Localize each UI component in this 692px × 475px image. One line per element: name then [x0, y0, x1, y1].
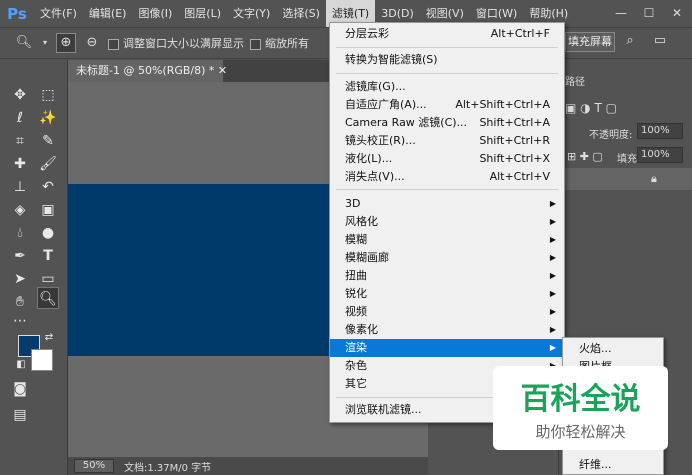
watermark-subtitle: 助你轻松解决 [535, 423, 626, 441]
blur-tool-icon[interactable]: 💧︎ [9, 222, 31, 244]
menu-type[interactable]: 文字(Y) [227, 0, 276, 27]
submenu-arrow-icon: ▶ [549, 235, 556, 244]
default-colors-icon[interactable]: ◧ [14, 358, 28, 372]
submenu-arrow-icon: ▶ [549, 253, 556, 262]
chevron-down-icon[interactable]: ▾ [40, 33, 50, 53]
history-brush-icon[interactable]: ↶ [37, 176, 59, 198]
menu-separator [336, 189, 558, 190]
search-icon[interactable]: ⌕ [620, 33, 640, 51]
menu-item-camera-raw[interactable]: Camera Raw 滤镜(C)... Shift+Ctrl+A [330, 114, 564, 132]
zoom-in-icon[interactable]: ⊕ [56, 33, 76, 53]
layer-row[interactable] [559, 168, 692, 190]
marquee-tool-icon[interactable]: ⬚ [37, 84, 59, 106]
submenu-item-fibers[interactable]: 纤维... [563, 456, 663, 474]
document-tab[interactable]: 未标题-1 @ 50%(RGB/8) * ✕ [68, 60, 227, 82]
resize-windows-label: 调整窗口大小以满屏显示 [123, 37, 244, 50]
menu-item-pixelate[interactable]: 像素化 ▶ [330, 321, 564, 339]
pen-tool-icon[interactable]: ✒ [9, 245, 31, 267]
menu-item-liquify[interactable]: 液化(L)... Shift+Ctrl+X [330, 150, 564, 168]
screen-mode-icon[interactable]: ▤ [9, 404, 31, 426]
submenu-arrow-icon: ▶ [549, 199, 556, 208]
close-icon[interactable]: ✕ [668, 4, 686, 22]
brush-tool-icon[interactable]: 🖌︎ [37, 153, 59, 175]
menu-item-convert-smart-filters[interactable]: 转换为智能滤镜(S) [330, 51, 564, 69]
menu-item-blur[interactable]: 模糊 ▶ [330, 231, 564, 249]
move-tool-icon[interactable]: ✥ [9, 84, 31, 106]
dodge-tool-icon[interactable]: ● [37, 222, 59, 244]
submenu-arrow-icon: ▶ [549, 325, 556, 334]
menu-item-adaptive-wide-angle[interactable]: 自适应广角(A)... Alt+Shift+Ctrl+A [330, 96, 564, 114]
zoom-tool-icon[interactable]: 🔍︎ [37, 287, 59, 309]
watermark: 百科全说 助你轻松解决 [493, 366, 668, 450]
path-selection-icon[interactable]: ➤ [9, 268, 31, 290]
document-info[interactable]: 文档:1.37M/0 字节 [124, 459, 211, 474]
document-tab-title: 未标题-1 @ 50%(RGB/8) * [76, 64, 215, 77]
zoom-all-option[interactable]: 缩放所有 [250, 35, 309, 51]
menu-layer[interactable]: 图层(L) [178, 0, 227, 27]
fill-field[interactable]: 100% [637, 147, 683, 163]
close-tab-icon[interactable]: ✕ [218, 64, 227, 77]
menu-separator [336, 73, 558, 74]
fill-screen-button[interactable]: 填充屏幕 [565, 32, 615, 52]
clone-stamp-icon[interactable]: ⊥ [9, 176, 31, 198]
menu-item-sharpen[interactable]: 锐化 ▶ [330, 285, 564, 303]
submenu-arrow-icon: ▶ [549, 289, 556, 298]
opacity-field[interactable]: 100% [637, 123, 683, 139]
menu-edit[interactable]: 编辑(E) [83, 0, 133, 27]
lock-icon: 🔒︎ [651, 172, 657, 185]
menu-select[interactable]: 选择(S) [276, 0, 326, 27]
crop-tool-icon[interactable]: ⌗ [9, 130, 31, 152]
gradient-tool-icon[interactable]: ▣ [37, 199, 59, 221]
submenu-arrow-icon: ▶ [549, 307, 556, 316]
submenu-arrow-icon: ▶ [549, 271, 556, 280]
submenu-item-flame[interactable]: 火焰... [563, 340, 663, 358]
menu-item-video[interactable]: 视频 ▶ [330, 303, 564, 321]
lock-options-icon[interactable]: ⊞ ✚ ▢ [567, 150, 603, 163]
resize-windows-checkbox[interactable] [108, 38, 119, 50]
filter-menu: 分层云彩 Alt+Ctrl+F 转换为智能滤镜(S) 滤镜库(G)... 自适应广… [329, 22, 565, 423]
resize-windows-option[interactable]: 调整窗口大小以满屏显示 [108, 35, 244, 51]
paths-tab[interactable]: 路径 [565, 73, 585, 88]
menu-image[interactable]: 图像(I) [132, 0, 178, 27]
layer-filter-icon[interactable]: ▣ ◑ T ▢ [565, 101, 617, 115]
photoshop-logo: Ps [7, 4, 27, 23]
quick-mask-icon[interactable]: ◙ [9, 378, 31, 400]
submenu-arrow-icon: ▶ [549, 343, 556, 352]
menu-separator [336, 47, 558, 48]
zoom-out-icon[interactable]: ⊖ [82, 33, 102, 53]
menu-item-stylize[interactable]: 风格化 ▶ [330, 213, 564, 231]
background-color-swatch[interactable] [31, 349, 53, 371]
menu-item-distort[interactable]: 扭曲 ▶ [330, 267, 564, 285]
zoom-tool-preset-icon[interactable]: 🔍︎ [14, 33, 34, 53]
menu-item-blur-gallery[interactable]: 模糊画廊 ▶ [330, 249, 564, 267]
status-bar: 50% 文档:1.37M/0 字节 [68, 457, 428, 475]
type-tool-icon[interactable]: T [37, 245, 59, 267]
minimize-icon[interactable]: — [612, 4, 630, 22]
edit-toolbar-icon[interactable]: ⋯ [9, 310, 31, 332]
menu-item-filter-gallery[interactable]: 滤镜库(G)... [330, 78, 564, 96]
lasso-tool-icon[interactable]: ℓ [9, 107, 31, 129]
zoom-all-label: 缩放所有 [265, 37, 309, 50]
menu-item-3d[interactable]: 3D ▶ [330, 195, 564, 213]
submenu-arrow-icon: ▶ [549, 217, 556, 226]
eraser-icon[interactable]: ◈ [9, 199, 31, 221]
watermark-title: 百科全说 [520, 382, 641, 417]
menu-item-vanishing-point[interactable]: 消失点(V)... Alt+Ctrl+V [330, 168, 564, 186]
opacity-label: 不透明度: [589, 130, 633, 141]
zoom-level-field[interactable]: 50% [74, 459, 114, 473]
swap-colors-icon[interactable]: ⇄ [42, 331, 56, 345]
healing-brush-icon[interactable]: ✚ [9, 153, 31, 175]
eyedropper-icon[interactable]: ✎ [37, 130, 59, 152]
magic-wand-icon[interactable]: ✨ [37, 107, 59, 129]
menu-item-lens-correction[interactable]: 镜头校正(R)... Shift+Ctrl+R [330, 132, 564, 150]
maximize-icon[interactable]: ☐ [640, 4, 658, 22]
menu-file[interactable]: 文件(F) [34, 0, 83, 27]
zoom-all-checkbox[interactable] [250, 38, 261, 50]
menu-item-clouds[interactable]: 分层云彩 Alt+Ctrl+F [330, 25, 564, 43]
workspace-icon[interactable]: ▭ [650, 33, 670, 51]
menu-item-render[interactable]: 渲染 ▶ [330, 339, 564, 357]
